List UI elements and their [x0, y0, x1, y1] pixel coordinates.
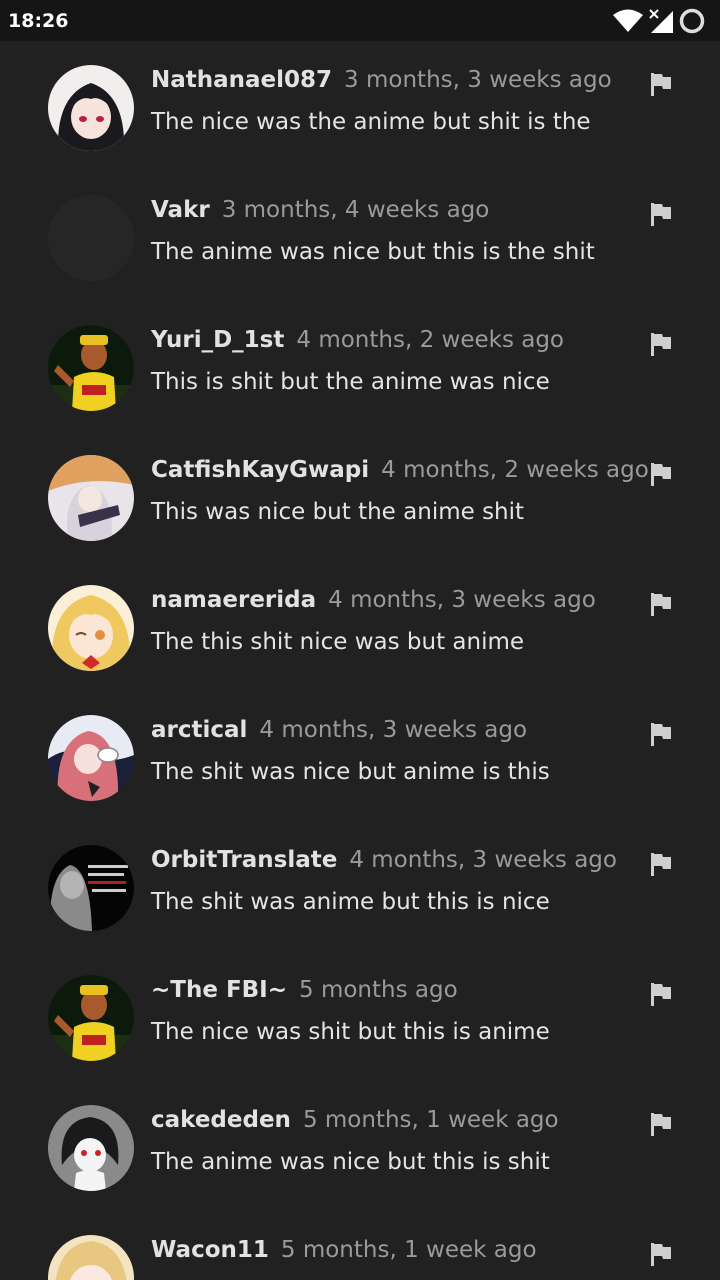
wifi-icon — [612, 9, 644, 33]
signal-off-icon — [648, 8, 674, 34]
comment-text: The shit was nice but anime is this — [151, 759, 550, 785]
comment-header: Nathanael087 3 months, 3 weeks ago — [151, 67, 612, 93]
status-time: 18:26 — [8, 9, 69, 32]
status-bar: 18:26 — [0, 0, 720, 41]
flag-icon[interactable] — [648, 1111, 674, 1137]
timestamp: 5 months, 1 week ago — [302, 1107, 559, 1133]
timestamp: 4 months, 3 weeks ago — [328, 587, 596, 613]
comment-item: OrbitTranslate 4 months, 3 weeks ago The… — [0, 821, 720, 951]
flag-icon[interactable] — [648, 721, 674, 747]
comment-text: The this shit nice was but anime — [151, 629, 525, 655]
comment-text: The anime was nice but this is the shit — [151, 239, 595, 265]
comment-item: Nathanael087 3 months, 3 weeks ago The n… — [0, 41, 720, 171]
flag-icon[interactable] — [648, 591, 674, 617]
avatar[interactable] — [48, 65, 134, 151]
battery-icon — [678, 7, 706, 35]
comment-header: CatfishKayGwapi 4 months, 2 weeks ago — [151, 457, 649, 483]
comment-text: This is shit but the anime was nice — [151, 369, 550, 395]
timestamp: 5 months ago — [299, 977, 458, 1003]
flag-icon[interactable] — [648, 851, 674, 877]
username[interactable]: Wacon11 — [151, 1237, 269, 1263]
comment-header: Yuri_D_1st 4 months, 2 weeks ago — [151, 327, 564, 353]
comment-header: cakededen 5 months, 1 week ago — [151, 1107, 559, 1133]
comment-item: arctical 4 months, 3 weeks ago The shit … — [0, 691, 720, 821]
comment-item: Wacon11 5 months, 1 week ago — [0, 1211, 720, 1280]
avatar[interactable] — [48, 325, 134, 411]
timestamp: 4 months, 3 weeks ago — [259, 717, 528, 743]
avatar[interactable] — [48, 455, 134, 541]
comment-list: Nathanael087 3 months, 3 weeks ago The n… — [0, 41, 720, 1280]
flag-icon[interactable] — [648, 981, 674, 1007]
username[interactable]: cakededen — [151, 1107, 291, 1133]
avatar[interactable] — [48, 845, 134, 931]
avatar[interactable] — [48, 1105, 134, 1191]
comment-header: namaererida 4 months, 3 weeks ago — [151, 587, 596, 613]
flag-icon[interactable] — [648, 331, 674, 357]
timestamp: 3 months, 4 weeks ago — [221, 197, 490, 223]
avatar[interactable] — [48, 715, 134, 801]
comment-text: This was nice but the anime shit — [151, 499, 525, 525]
username[interactable]: CatfishKayGwapi — [151, 457, 369, 483]
comment-item: cakededen 5 months, 1 week ago The anime… — [0, 1081, 720, 1211]
comment-item: Yuri_D_1st 4 months, 2 weeks ago This is… — [0, 301, 720, 431]
comment-item: ~The FBI~ 5 months ago The nice was shit… — [0, 951, 720, 1081]
timestamp: 4 months, 2 weeks ago — [381, 457, 649, 483]
timestamp: 4 months, 3 weeks ago — [349, 847, 617, 873]
comment-header: Wacon11 5 months, 1 week ago — [151, 1237, 537, 1263]
comment-item: Vakr 3 months, 4 weeks ago The anime was… — [0, 171, 720, 301]
username[interactable]: arctical — [151, 717, 247, 743]
username[interactable]: Nathanael087 — [151, 67, 332, 93]
comment-header: arctical 4 months, 3 weeks ago — [151, 717, 527, 743]
username[interactable]: Vakr — [151, 197, 210, 223]
username[interactable]: ~The FBI~ — [151, 977, 287, 1003]
username[interactable]: OrbitTranslate — [151, 847, 337, 873]
avatar[interactable] — [48, 975, 134, 1061]
flag-icon[interactable] — [648, 461, 674, 487]
comment-text: The nice was shit but this is anime — [151, 1019, 550, 1045]
username[interactable]: namaererida — [151, 587, 316, 613]
comment-text: The shit was anime but this is nice — [151, 889, 550, 915]
flag-icon[interactable] — [648, 201, 674, 227]
avatar[interactable] — [48, 585, 134, 671]
comment-item: namaererida 4 months, 3 weeks ago The th… — [0, 561, 720, 691]
avatar[interactable] — [48, 195, 134, 281]
flag-icon[interactable] — [648, 71, 674, 97]
avatar[interactable] — [48, 1235, 134, 1280]
comment-header: ~The FBI~ 5 months ago — [151, 977, 458, 1003]
flag-icon[interactable] — [648, 1241, 674, 1267]
comment-header: Vakr 3 months, 4 weeks ago — [151, 197, 489, 223]
comment-item: CatfishKayGwapi 4 months, 2 weeks ago Th… — [0, 431, 720, 561]
username[interactable]: Yuri_D_1st — [151, 327, 284, 353]
comment-text: The nice was the anime but shit is the — [151, 109, 591, 135]
timestamp: 5 months, 1 week ago — [280, 1237, 537, 1263]
timestamp: 4 months, 2 weeks ago — [296, 327, 565, 353]
timestamp: 3 months, 3 weeks ago — [344, 67, 612, 93]
comment-text: The anime was nice but this is shit — [151, 1149, 550, 1175]
comment-header: OrbitTranslate 4 months, 3 weeks ago — [151, 847, 617, 873]
status-icons — [612, 7, 706, 35]
